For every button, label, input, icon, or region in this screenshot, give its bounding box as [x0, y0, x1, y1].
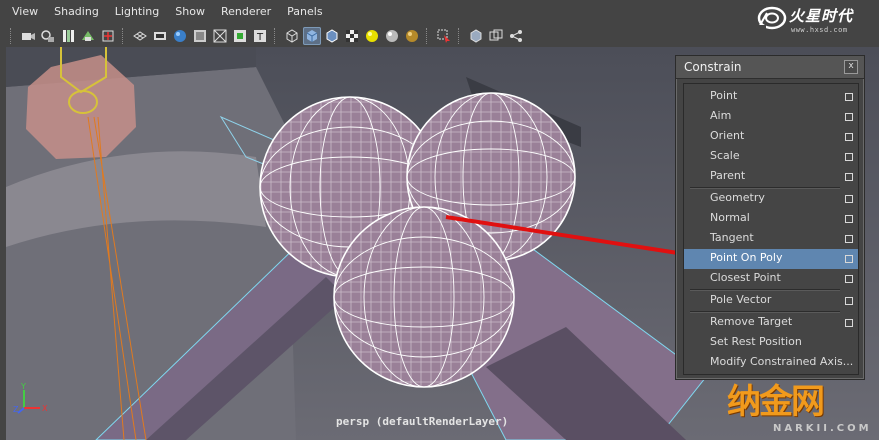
menu-item-point-on-poly[interactable]: Point On Poly — [684, 249, 858, 269]
menu-item-closest-point[interactable]: Closest Point — [684, 269, 858, 289]
gate-mask-icon[interactable] — [191, 27, 209, 45]
option-box-icon[interactable] — [845, 113, 853, 121]
menu-item-label: Point — [710, 89, 738, 102]
logo-url: www.hxsd.com — [791, 26, 848, 34]
menu-item-label: Modify Constrained Axis... — [710, 355, 854, 368]
hxsd-logo: 火星时代 www.hxsd.com — [757, 3, 867, 37]
image-plane-icon[interactable] — [79, 27, 97, 45]
option-box-icon[interactable] — [845, 235, 853, 243]
camera-select-icon[interactable] — [19, 27, 37, 45]
narkii-logo-text: 纳金网 — [727, 382, 825, 422]
backface-culling-icon[interactable] — [507, 27, 525, 45]
menu-item-label: Aim — [710, 109, 732, 122]
menu-item-geometry[interactable]: Geometry — [684, 189, 858, 209]
toolbar-separator — [458, 28, 462, 44]
textured-icon[interactable] — [343, 27, 361, 45]
two-d-pan-icon[interactable] — [99, 27, 117, 45]
menu-item-label: Parent — [710, 169, 746, 182]
constrain-panel-title: Constrain — [684, 60, 742, 74]
narkii-watermark: 纳金网 NARKII.COM — [727, 382, 869, 439]
menu-item-label: Remove Target — [710, 315, 793, 328]
grid-icon[interactable] — [131, 27, 149, 45]
camera-label: persp (defaultRenderLayer) — [336, 415, 509, 428]
axis-x-label: X — [42, 404, 48, 413]
axis-gizmo: Y X Z — [13, 382, 48, 414]
menu-item-orient[interactable]: Orient — [684, 127, 858, 147]
sphere-bottom — [333, 206, 515, 388]
isolate-select-icon[interactable] — [435, 27, 453, 45]
smooth-shade-icon[interactable] — [303, 27, 321, 45]
menu-view[interactable]: View — [0, 0, 46, 24]
option-box-icon[interactable] — [845, 133, 853, 141]
close-button[interactable]: x — [844, 60, 858, 74]
option-box-icon[interactable] — [845, 195, 853, 203]
menu-item-modify-constrained-axis[interactable]: Modify Constrained Axis... — [684, 353, 858, 373]
wireframe-on-shaded-icon[interactable] — [323, 27, 341, 45]
menu-item-remove-target[interactable]: Remove Target — [684, 313, 858, 333]
menu-lighting[interactable]: Lighting — [107, 0, 167, 24]
constrain-menu: Point Aim Orient Scale Parent Geometry N… — [683, 83, 859, 375]
menu-item-label: Orient — [710, 129, 745, 142]
film-gate-icon[interactable] — [151, 27, 169, 45]
option-box-icon[interactable] — [845, 173, 853, 181]
toolbar-separator — [274, 28, 278, 44]
menu-item-label: Set Rest Position — [710, 335, 802, 348]
option-box-icon[interactable] — [845, 93, 853, 101]
option-box-icon[interactable] — [845, 153, 853, 161]
option-box-icon[interactable] — [845, 275, 853, 283]
option-box-icon[interactable] — [845, 319, 853, 327]
menu-item-aim[interactable]: Aim — [684, 107, 858, 127]
safe-action-icon[interactable] — [231, 27, 249, 45]
menu-shading[interactable]: Shading — [46, 0, 107, 24]
safe-title-icon[interactable]: T — [251, 27, 269, 45]
menubar: View Shading Lighting Show Renderer Pane… — [0, 0, 879, 24]
narkii-url: NARKII.COM — [773, 423, 872, 434]
constrain-panel: Constrain x Point Aim Orient Scale Paren… — [675, 55, 865, 380]
resolution-gate-icon[interactable] — [171, 27, 189, 45]
toolbar-separator — [426, 28, 430, 44]
menu-item-parent[interactable]: Parent — [684, 167, 858, 187]
menu-item-point[interactable]: Point — [684, 87, 858, 107]
menu-item-label: Pole Vector — [710, 293, 772, 306]
menu-renderer[interactable]: Renderer — [213, 0, 279, 24]
menu-item-normal[interactable]: Normal — [684, 209, 858, 229]
menu-item-label: Closest Point — [710, 271, 781, 284]
menu-item-label: Point On Poly — [710, 251, 783, 264]
toolbar-separator — [10, 28, 14, 44]
menu-item-scale[interactable]: Scale — [684, 147, 858, 167]
svg-text:T: T — [256, 32, 264, 43]
menu-item-pole-vector[interactable]: Pole Vector — [684, 291, 858, 311]
menu-item-label: Scale — [710, 149, 740, 162]
toolbar-separator — [122, 28, 126, 44]
option-box-icon[interactable] — [845, 255, 853, 263]
option-box-icon[interactable] — [845, 215, 853, 223]
menu-item-label: Geometry — [710, 191, 765, 204]
menu-item-set-rest-position[interactable]: Set Rest Position — [684, 333, 858, 353]
high-quality-icon[interactable] — [403, 27, 421, 45]
menu-item-label: Tangent — [710, 231, 754, 244]
use-all-lights-icon[interactable] — [363, 27, 381, 45]
field-chart-icon[interactable] — [211, 27, 229, 45]
menu-show[interactable]: Show — [167, 0, 213, 24]
bookmark-icon[interactable] — [59, 27, 77, 45]
xray-icon[interactable] — [467, 27, 485, 45]
constrain-panel-titlebar[interactable]: Constrain x — [676, 56, 864, 79]
shadows-icon[interactable] — [383, 27, 401, 45]
camera-attributes-icon[interactable] — [39, 27, 57, 45]
menu-panels[interactable]: Panels — [279, 0, 330, 24]
axis-z-label: Z — [13, 405, 19, 414]
option-box-icon[interactable] — [845, 297, 853, 305]
xray-joints-icon[interactable] — [487, 27, 505, 45]
wireframe-icon[interactable] — [283, 27, 301, 45]
menu-item-label: Normal — [710, 211, 750, 224]
panel-toolbar: T — [0, 25, 766, 47]
axis-y-label: Y — [20, 382, 26, 391]
logo-name: 火星时代 — [789, 7, 854, 25]
menu-item-tangent[interactable]: Tangent — [684, 229, 858, 249]
